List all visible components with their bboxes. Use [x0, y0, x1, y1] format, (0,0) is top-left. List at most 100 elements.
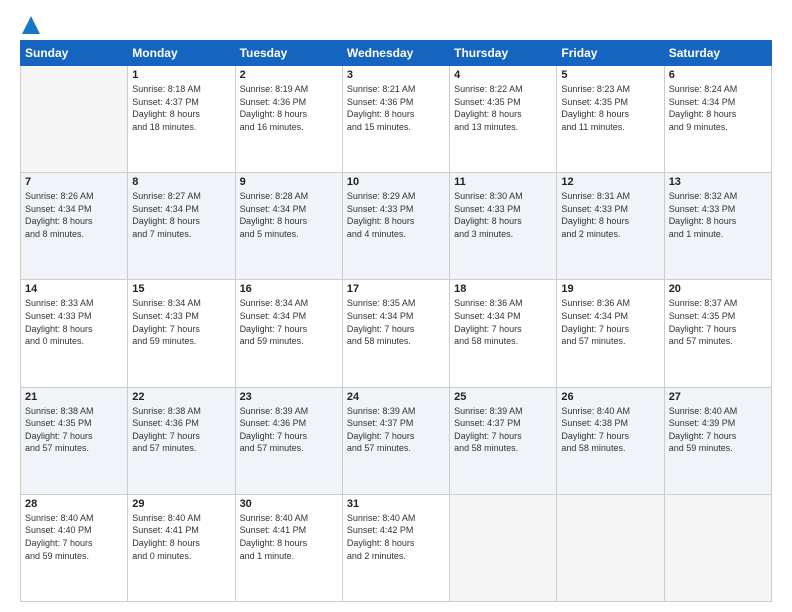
day-number: 27	[669, 391, 767, 403]
day-info: Sunrise: 8:35 AMSunset: 4:34 PMDaylight:…	[347, 297, 445, 347]
day-info: Sunrise: 8:40 AMSunset: 4:41 PMDaylight:…	[132, 512, 230, 562]
calendar-cell: 30Sunrise: 8:40 AMSunset: 4:41 PMDayligh…	[235, 494, 342, 601]
day-info: Sunrise: 8:37 AMSunset: 4:35 PMDaylight:…	[669, 297, 767, 347]
day-info: Sunrise: 8:40 AMSunset: 4:38 PMDaylight:…	[561, 405, 659, 455]
calendar-cell: 9 Sunrise: 8:28 AMSunset: 4:34 PMDaylight…	[235, 173, 342, 280]
day-number: 15	[132, 283, 230, 295]
day-info: Sunrise: 8:40 AMSunset: 4:42 PMDaylight:…	[347, 512, 445, 562]
calendar-cell: 6 Sunrise: 8:24 AMSunset: 4:34 PMDaylight…	[664, 66, 771, 173]
day-number: 31	[347, 498, 445, 510]
calendar-week-1: 1 Sunrise: 8:18 AMSunset: 4:37 PMDaylight…	[21, 66, 772, 173]
calendar-cell: 13Sunrise: 8:32 AMSunset: 4:33 PMDayligh…	[664, 173, 771, 280]
day-info: Sunrise: 8:21 AMSunset: 4:36 PMDaylight:…	[347, 83, 445, 133]
day-info: Sunrise: 8:29 AMSunset: 4:33 PMDaylight:…	[347, 190, 445, 240]
header	[20, 16, 772, 30]
day-number: 24	[347, 391, 445, 403]
calendar-cell	[664, 494, 771, 601]
calendar-cell: 14 Sunrise: 8:33 AMSunset: 4:33 PMDayligh…	[21, 280, 128, 387]
day-number: 14	[25, 283, 123, 295]
day-info: Sunrise: 8:26 AMSunset: 4:34 PMDaylight:…	[25, 190, 123, 240]
calendar-cell: 17 Sunrise: 8:35 AMSunset: 4:34 PMDayligh…	[342, 280, 449, 387]
calendar-cell: 23 Sunrise: 8:39 AMSunset: 4:36 PMDayligh…	[235, 387, 342, 494]
day-number: 12	[561, 176, 659, 188]
logo-triangle-icon	[22, 16, 40, 34]
calendar-cell: 15Sunrise: 8:34 AMSunset: 4:33 PMDayligh…	[128, 280, 235, 387]
calendar-cell	[21, 66, 128, 173]
day-number: 23	[240, 391, 338, 403]
day-number: 29	[132, 498, 230, 510]
day-number: 2	[240, 69, 338, 81]
day-number: 17	[347, 283, 445, 295]
page: SundayMondayTuesdayWednesdayThursdayFrid…	[0, 0, 792, 612]
day-info: Sunrise: 8:34 AMSunset: 4:34 PMDaylight:…	[240, 297, 338, 347]
day-number: 1	[132, 69, 230, 81]
day-number: 30	[240, 498, 338, 510]
day-info: Sunrise: 8:33 AMSunset: 4:33 PMDaylight:…	[25, 297, 123, 347]
calendar-cell: 28 Sunrise: 8:40 AMSunset: 4:40 PMDayligh…	[21, 494, 128, 601]
day-info: Sunrise: 8:39 AMSunset: 4:37 PMDaylight:…	[347, 405, 445, 455]
calendar-cell: 18 Sunrise: 8:36 AMSunset: 4:34 PMDayligh…	[450, 280, 557, 387]
day-number: 25	[454, 391, 552, 403]
calendar-cell: 10Sunrise: 8:29 AMSunset: 4:33 PMDayligh…	[342, 173, 449, 280]
day-info: Sunrise: 8:38 AMSunset: 4:35 PMDaylight:…	[25, 405, 123, 455]
day-number: 28	[25, 498, 123, 510]
calendar-cell: 19Sunrise: 8:36 AMSunset: 4:34 PMDayligh…	[557, 280, 664, 387]
day-info: Sunrise: 8:24 AMSunset: 4:34 PMDaylight:…	[669, 83, 767, 133]
day-header-thursday: Thursday	[450, 41, 557, 66]
day-number: 9	[240, 176, 338, 188]
day-number: 22	[132, 391, 230, 403]
day-info: Sunrise: 8:19 AMSunset: 4:36 PMDaylight:…	[240, 83, 338, 133]
calendar-week-3: 14 Sunrise: 8:33 AMSunset: 4:33 PMDayligh…	[21, 280, 772, 387]
calendar-week-2: 7 Sunrise: 8:26 AMSunset: 4:34 PMDaylight…	[21, 173, 772, 280]
calendar-cell	[450, 494, 557, 601]
day-header-friday: Friday	[557, 41, 664, 66]
calendar-cell: 4Sunrise: 8:22 AMSunset: 4:35 PMDaylight…	[450, 66, 557, 173]
calendar-cell: 22 Sunrise: 8:38 AMSunset: 4:36 PMDayligh…	[128, 387, 235, 494]
calendar-cell: 29 Sunrise: 8:40 AMSunset: 4:41 PMDayligh…	[128, 494, 235, 601]
day-number: 11	[454, 176, 552, 188]
calendar-cell: 21 Sunrise: 8:38 AMSunset: 4:35 PMDayligh…	[21, 387, 128, 494]
calendar-cell: 12Sunrise: 8:31 AMSunset: 4:33 PMDayligh…	[557, 173, 664, 280]
day-number: 5	[561, 69, 659, 81]
day-info: Sunrise: 8:36 AMSunset: 4:34 PMDaylight:…	[454, 297, 552, 347]
day-info: Sunrise: 8:30 AMSunset: 4:33 PMDaylight:…	[454, 190, 552, 240]
day-info: Sunrise: 8:22 AMSunset: 4:35 PMDaylight:…	[454, 83, 552, 133]
day-number: 21	[25, 391, 123, 403]
day-info: Sunrise: 8:18 AMSunset: 4:37 PMDaylight:…	[132, 83, 230, 133]
calendar-cell: 31 Sunrise: 8:40 AMSunset: 4:42 PMDayligh…	[342, 494, 449, 601]
day-info: Sunrise: 8:40 AMSunset: 4:40 PMDaylight:…	[25, 512, 123, 562]
calendar-cell: 2 Sunrise: 8:19 AMSunset: 4:36 PMDaylight…	[235, 66, 342, 173]
calendar-table: SundayMondayTuesdayWednesdayThursdayFrid…	[20, 40, 772, 602]
day-number: 20	[669, 283, 767, 295]
calendar-week-4: 21 Sunrise: 8:38 AMSunset: 4:35 PMDayligh…	[21, 387, 772, 494]
calendar-cell: 5 Sunrise: 8:23 AMSunset: 4:35 PMDaylight…	[557, 66, 664, 173]
day-number: 8	[132, 176, 230, 188]
day-info: Sunrise: 8:28 AMSunset: 4:34 PMDaylight:…	[240, 190, 338, 240]
day-header-tuesday: Tuesday	[235, 41, 342, 66]
day-header-saturday: Saturday	[664, 41, 771, 66]
day-info: Sunrise: 8:40 AMSunset: 4:39 PMDaylight:…	[669, 405, 767, 455]
day-info: Sunrise: 8:38 AMSunset: 4:36 PMDaylight:…	[132, 405, 230, 455]
calendar-cell: 8Sunrise: 8:27 AMSunset: 4:34 PMDaylight…	[128, 173, 235, 280]
day-info: Sunrise: 8:39 AMSunset: 4:37 PMDaylight:…	[454, 405, 552, 455]
day-number: 6	[669, 69, 767, 81]
calendar-cell: 3 Sunrise: 8:21 AMSunset: 4:36 PMDaylight…	[342, 66, 449, 173]
day-number: 3	[347, 69, 445, 81]
logo	[20, 16, 40, 30]
calendar-cell: 16Sunrise: 8:34 AMSunset: 4:34 PMDayligh…	[235, 280, 342, 387]
calendar-cell: 24 Sunrise: 8:39 AMSunset: 4:37 PMDayligh…	[342, 387, 449, 494]
calendar-cell: 25 Sunrise: 8:39 AMSunset: 4:37 PMDayligh…	[450, 387, 557, 494]
day-header-wednesday: Wednesday	[342, 41, 449, 66]
day-info: Sunrise: 8:23 AMSunset: 4:35 PMDaylight:…	[561, 83, 659, 133]
day-number: 18	[454, 283, 552, 295]
day-header-sunday: Sunday	[21, 41, 128, 66]
calendar-cell: 7 Sunrise: 8:26 AMSunset: 4:34 PMDaylight…	[21, 173, 128, 280]
day-info: Sunrise: 8:32 AMSunset: 4:33 PMDaylight:…	[669, 190, 767, 240]
day-number: 26	[561, 391, 659, 403]
calendar-cell: 11 Sunrise: 8:30 AMSunset: 4:33 PMDayligh…	[450, 173, 557, 280]
calendar-cell: 26 Sunrise: 8:40 AMSunset: 4:38 PMDayligh…	[557, 387, 664, 494]
day-number: 7	[25, 176, 123, 188]
day-info: Sunrise: 8:39 AMSunset: 4:36 PMDaylight:…	[240, 405, 338, 455]
calendar-cell: 1 Sunrise: 8:18 AMSunset: 4:37 PMDaylight…	[128, 66, 235, 173]
calendar-header-row: SundayMondayTuesdayWednesdayThursdayFrid…	[21, 41, 772, 66]
